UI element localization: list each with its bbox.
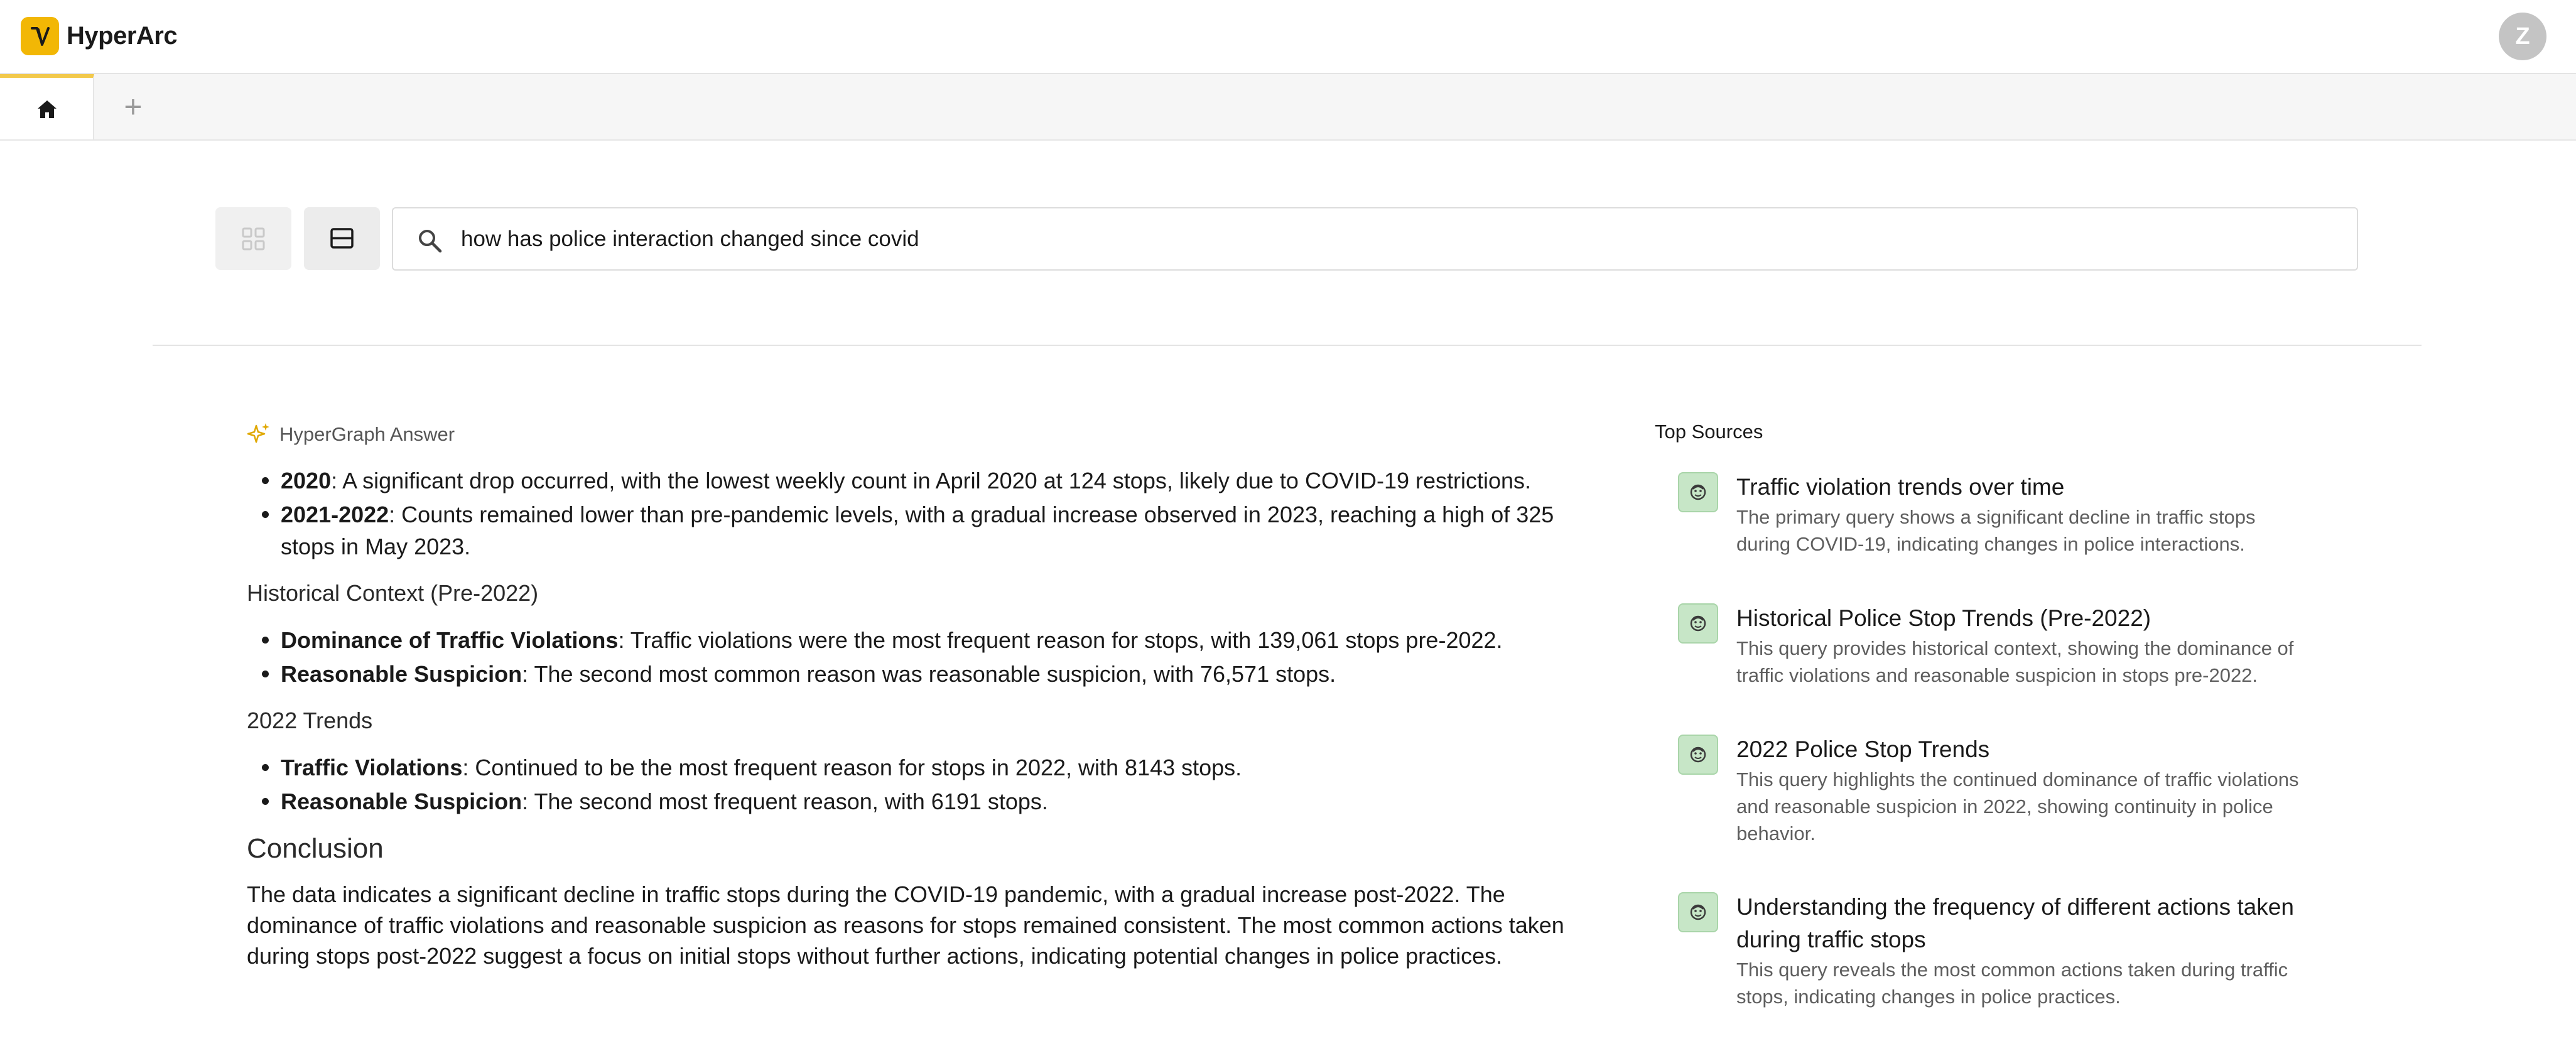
search-input[interactable]: [461, 220, 2332, 259]
app-name: HyperArc: [67, 22, 178, 50]
list-item-term: Traffic Violations: [281, 755, 463, 780]
list-item-text: : A significant drop occurred, with the …: [331, 468, 1532, 493]
list-item-term: 2021-2022: [281, 502, 389, 527]
list-view-button[interactable]: [304, 207, 380, 270]
add-tab-button[interactable]: +: [114, 90, 152, 126]
tab-bar: +: [0, 74, 2576, 141]
historical-list: Dominance of Traffic Violations: Traffic…: [247, 624, 1603, 690]
hyperarc-logo-icon[interactable]: [21, 17, 59, 55]
top-sources-label: Top Sources: [1655, 421, 1763, 443]
source-description: The primary query shows a significant de…: [1736, 506, 2256, 555]
list-item-text: : The second most frequent reason, with …: [522, 789, 1048, 814]
list-item-term: 2020: [281, 468, 332, 493]
trends-list: Traffic Violations: Continued to be the …: [247, 752, 1603, 817]
list-view-icon: [330, 228, 354, 249]
home-icon: [38, 100, 57, 118]
list-item: 2020: A significant drop occurred, with …: [247, 465, 1603, 497]
trends-heading: 2022 Trends: [247, 708, 373, 733]
source-title[interactable]: 2022 Police Stop Trends: [1736, 733, 2302, 766]
source-face-icon: [1678, 892, 1718, 932]
covid-list: 2020: A significant drop occurred, with …: [247, 465, 1603, 563]
answer-body: 2020: A significant drop occurred, with …: [247, 465, 1603, 971]
source-title[interactable]: Understanding the frequency of different…: [1736, 891, 2302, 956]
list-item: Dominance of Traffic Violations: Traffic…: [247, 624, 1603, 656]
historical-heading: Historical Context (Pre-2022): [247, 580, 539, 606]
list-item-text: : The second most common reason was reas…: [522, 661, 1336, 687]
grid-view-button[interactable]: [215, 207, 291, 270]
source-face-icon: [1678, 472, 1718, 512]
source-description: This query reveals the most common actio…: [1736, 959, 2288, 1008]
source-description: This query highlights the continued domi…: [1736, 768, 2299, 844]
conclusion-text: The data indicates a significant decline…: [247, 881, 1564, 969]
list-item-term: Dominance of Traffic Violations: [281, 627, 619, 653]
section-divider: [153, 345, 2422, 346]
source-face-icon: [1678, 603, 1718, 644]
list-item-text: : Traffic violations were the most frequ…: [618, 627, 1503, 653]
source-title[interactable]: Traffic violation trends over time: [1736, 471, 2302, 504]
list-item-text: : Continued to be the most frequent reas…: [462, 755, 1242, 780]
sparkle-icon: [247, 423, 269, 443]
conclusion-heading: Conclusion: [247, 833, 384, 864]
list-item: Traffic Violations: Continued to be the …: [247, 752, 1603, 784]
source-face-icon: [1678, 735, 1718, 775]
search-bar[interactable]: [392, 207, 2358, 271]
list-item-term: Reasonable Suspicion: [281, 661, 522, 687]
grid-view-icon: [242, 227, 265, 251]
user-avatar[interactable]: Z: [2499, 13, 2546, 60]
search-icon: [419, 230, 442, 253]
source-description: This query provides historical context, …: [1736, 637, 2294, 686]
tab-home[interactable]: [0, 74, 94, 139]
source-title[interactable]: Historical Police Stop Trends (Pre-2022): [1736, 602, 2302, 635]
list-item-term: Reasonable Suspicion: [281, 789, 522, 814]
list-item: 2021-2022: Counts remained lower than pr…: [247, 498, 1603, 563]
answer-label: HyperGraph Answer: [279, 423, 455, 445]
app-header: HyperArc Z: [0, 0, 2576, 74]
list-item: Reasonable Suspicion: The second most co…: [247, 658, 1603, 690]
list-item: Reasonable Suspicion: The second most fr…: [247, 785, 1603, 817]
list-item-text: : Counts remained lower than pre-pandemi…: [281, 502, 1554, 559]
